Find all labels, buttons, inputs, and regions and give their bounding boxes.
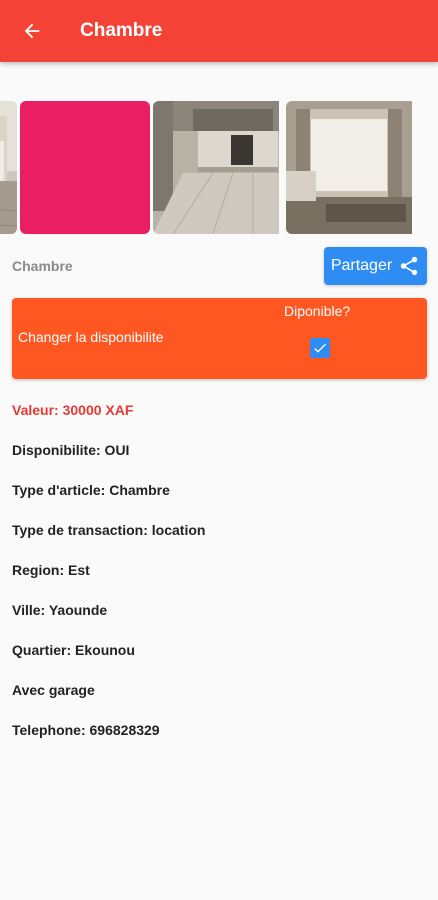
detail-city: Ville: Yaounde (12, 602, 108, 618)
back-button[interactable] (17, 16, 47, 46)
share-button-label: Partager (330, 257, 393, 274)
title-share-row: Chambre Partager (12, 247, 427, 285)
detail-type: Type d'article: Chambre (12, 482, 170, 498)
arrow-back-icon (24, 23, 40, 39)
app-bar: Chambre (0, 0, 438, 62)
gallery-image-bathroom[interactable] (0, 101, 17, 234)
detail-transaction: Type de transaction: location (12, 522, 206, 538)
detail-price: Valeur: 30000 XAF (12, 402, 134, 418)
check-icon (314, 343, 326, 353)
detail-district: Quartier: Ekounou (12, 642, 135, 658)
detail-availability: Disponibilite: OUI (12, 442, 130, 458)
item-name: Chambre (12, 258, 73, 274)
detail-phone: Telephone: 696828329 (12, 722, 160, 738)
gallery-image-placeholder[interactable] (20, 101, 150, 234)
page-title: Chambre (80, 20, 163, 41)
share-icon (400, 256, 418, 276)
availability-checkbox[interactable] (310, 338, 330, 358)
image-gallery[interactable] (0, 101, 438, 234)
share-button[interactable]: Partager (324, 247, 427, 285)
details-list: Valeur: 30000 XAF Disponibilite: OUI Typ… (12, 402, 205, 762)
availability-question: Diponible? (284, 303, 351, 319)
gallery-image-kitchen[interactable] (153, 101, 283, 234)
availability-card: Changer la disponibilite Diponible? (12, 298, 427, 379)
gallery-image-living-room[interactable] (286, 101, 416, 234)
detail-garage: Avec garage (12, 682, 95, 698)
change-availability-label: Changer la disponibilite (18, 329, 164, 345)
detail-region: Region: Est (12, 562, 90, 578)
